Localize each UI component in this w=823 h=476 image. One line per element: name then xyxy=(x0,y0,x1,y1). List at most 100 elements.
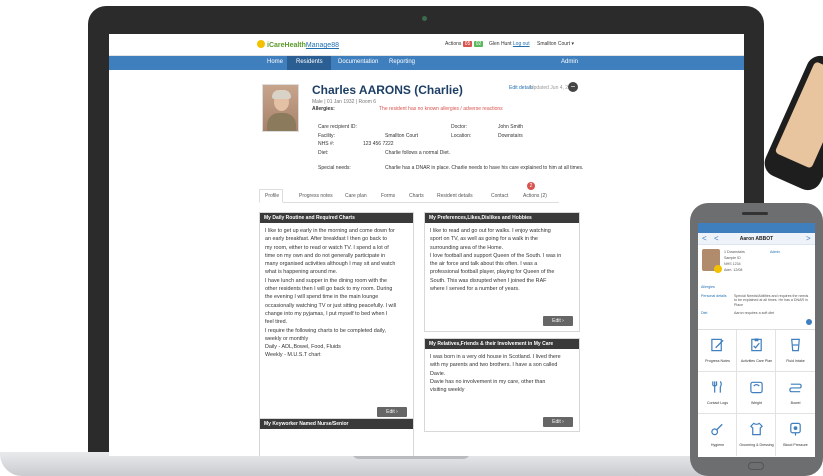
routine-text: I like to get up early in the morning an… xyxy=(265,228,397,359)
laptop-screen: iCareHealthManage88 Actions 05 02 Glen H… xyxy=(109,34,744,456)
edit-button[interactable]: Edit › xyxy=(377,407,407,417)
tab-care-plan[interactable]: Care plan xyxy=(345,193,367,199)
logo-sub: Manage88 xyxy=(305,42,339,49)
allergies-text: The resident has no known allergies / ad… xyxy=(379,106,503,112)
chevron-down-icon: ▾ xyxy=(571,41,574,47)
actions-count-green[interactable]: 02 xyxy=(473,41,484,47)
tab-forms[interactable]: Forms xyxy=(381,193,395,199)
chevron-right-icon: › xyxy=(562,318,564,324)
webcam-icon xyxy=(422,16,427,21)
panel-keyworker: My Keyworker Named Nurse/Senior xyxy=(259,418,414,456)
tile-contact-logs[interactable]: Contact Logs xyxy=(698,372,737,414)
panel-preferences: My Preferences,Likes,Dislikes and Hobbie… xyxy=(424,212,580,332)
nav-documentation[interactable]: Documentation xyxy=(338,59,378,65)
actions-count-red[interactable]: 05 xyxy=(462,41,473,47)
product-mockup: iCareHealthManage88 Actions 05 02 Glen H… xyxy=(0,0,823,476)
notes-pencil-icon xyxy=(711,338,724,352)
panel-body: I was born in a very old house in Scotla… xyxy=(425,349,579,398)
panel-relatives: My Relatives,Friends & their Involvement… xyxy=(424,338,580,432)
blood-pressure-icon xyxy=(790,422,801,436)
field-label: Facility: xyxy=(318,133,335,139)
tab-profile[interactable]: Profile xyxy=(265,193,279,199)
actions-badge: 2 xyxy=(527,182,535,190)
phone-title: Aaron ABBOT xyxy=(739,236,774,242)
actions-label: Actions xyxy=(445,41,462,47)
field-value: Charlie has a DNAR in place. Charlie nee… xyxy=(385,165,584,171)
tile-activities[interactable]: Activities Care Plan xyxy=(737,330,776,372)
site-selector[interactable]: Smallton Court ▾ xyxy=(537,41,574,47)
tile-label: Fluid Intake xyxy=(786,359,805,363)
panel-body: I like to read and go out for walks. I e… xyxy=(425,223,579,297)
tile-bowel[interactable]: Bowel xyxy=(776,372,815,414)
phone-row-value: Aaron requires a soft diet xyxy=(734,311,775,315)
tile-label: Hygiene xyxy=(710,443,725,447)
resident-summary: Male | 01 Jan 1932 | Room 6 xyxy=(312,99,377,105)
tile-label: Activities Care Plan xyxy=(740,359,773,363)
collapse-button[interactable]: − xyxy=(568,82,578,92)
tab-actions[interactable]: Actions (2) xyxy=(523,193,547,199)
tab-resident-details[interactable]: Resident details xyxy=(437,193,473,199)
tab-progress-notes[interactable]: Progress notes xyxy=(299,193,333,199)
edit-button[interactable]: Edit › xyxy=(543,316,573,326)
clipboard-icon xyxy=(751,338,762,352)
edit-label: Edit xyxy=(552,419,561,425)
user-info: Glen Hunt Log out xyxy=(489,41,530,47)
logout-link[interactable]: Log out xyxy=(513,41,530,47)
next-chevron-icon[interactable]: > xyxy=(806,234,811,243)
tile-label: Grooming & Dressing xyxy=(739,443,774,447)
tile-hygiene[interactable]: Hygiene xyxy=(698,414,737,456)
panel-title: My Keyworker Named Nurse/Senior xyxy=(260,419,413,429)
tile-label: Weight xyxy=(750,401,763,405)
app-topbar: iCareHealthManage88 Actions 05 02 Glen H… xyxy=(109,34,744,56)
field-label: Special needs: xyxy=(318,165,351,171)
tile-grooming[interactable]: Grooming & Dressing xyxy=(737,414,776,456)
location-label: Location: xyxy=(451,133,472,139)
phone-status-bar xyxy=(698,223,815,233)
phone-row-value: Special Needs/Abilities and requires the… xyxy=(734,294,809,307)
shirt-icon xyxy=(750,422,763,436)
chevron-right-icon: › xyxy=(396,409,398,415)
doctor-value: John Smith xyxy=(498,124,524,130)
tile-progress-notes[interactable]: Progress Notes xyxy=(698,330,737,372)
app-logo[interactable]: iCareHealthManage88 xyxy=(257,40,339,49)
field-label: Care recipient ID: xyxy=(318,124,357,130)
panel-daily-routine: My Daily Routine and Required Charts I l… xyxy=(259,212,414,422)
phone-row-label: Personal details xyxy=(701,294,727,298)
field-label: NHS #: xyxy=(318,141,335,147)
cup-icon xyxy=(791,338,800,352)
logo-icon xyxy=(257,40,265,48)
info-dot-icon xyxy=(806,319,812,325)
tab-contact[interactable]: Contact xyxy=(491,193,508,199)
tab-charts[interactable]: Charts xyxy=(409,193,424,199)
user-name: Glen Hunt xyxy=(489,41,512,47)
chevron-right-icon: › xyxy=(562,419,564,425)
photo-shirt xyxy=(267,113,296,131)
tile-fluid-intake[interactable]: Fluid Intake xyxy=(776,330,815,372)
location-value: Downstairs xyxy=(498,133,523,139)
tile-label: Bowel xyxy=(790,401,801,405)
resident-name: Charles AARONS (Charlie) xyxy=(312,83,463,97)
field-value: Smallton Court xyxy=(385,133,419,139)
actions-summary[interactable]: Actions 05 02 xyxy=(445,41,484,47)
hygiene-icon xyxy=(711,423,723,436)
tile-label: Progress Notes xyxy=(705,359,730,363)
phone-tile-grid: Progress Notes Activities Care Plan Flui… xyxy=(698,329,815,457)
edit-label: Edit xyxy=(386,409,395,415)
phone-meta-1: 1 Downstairs xyxy=(724,250,745,254)
phone-home-button[interactable] xyxy=(748,462,764,470)
phone-row-label: Allergies xyxy=(701,285,715,289)
tile-weight[interactable]: Weight xyxy=(737,372,776,414)
phone-header: < < Aaron ABBOT > xyxy=(698,233,815,245)
panel-body: I like to get up early in the morning an… xyxy=(260,223,413,364)
phone-meta-admin[interactable]: Admin xyxy=(770,250,780,254)
tile-label: Blood Pressure xyxy=(783,443,808,447)
nav-reporting[interactable]: Reporting xyxy=(389,59,415,65)
nav-residents[interactable]: Residents xyxy=(296,59,323,65)
nav-admin[interactable]: Admin xyxy=(561,59,578,65)
phone-screen: < < Aaron ABBOT > 1 Downstairs Admin Sam… xyxy=(698,223,815,457)
nav-home[interactable]: Home xyxy=(267,59,283,65)
speaker-icon xyxy=(742,212,768,215)
tile-blood-pressure[interactable]: Blood Pressure xyxy=(776,414,815,456)
phone-meta-4: Adm. 12/08 xyxy=(724,268,743,272)
edit-button[interactable]: Edit › xyxy=(543,417,573,427)
